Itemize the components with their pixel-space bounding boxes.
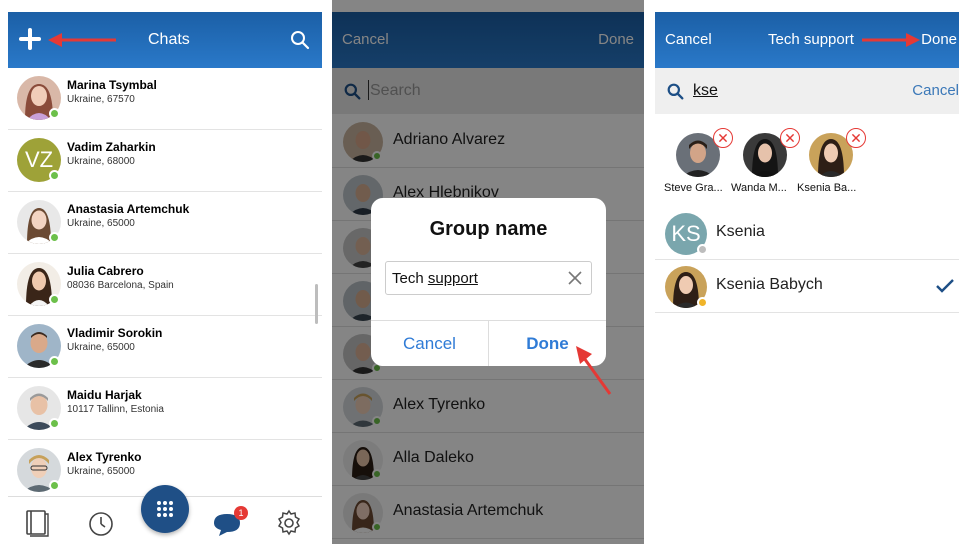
online-status-dot [49,418,60,429]
remove-member-icon[interactable] [713,128,733,148]
dialog-actions: Cancel Done [371,320,606,366]
online-status-dot [49,294,60,305]
group-title: Tech support [768,31,854,48]
online-status-dot [49,480,60,491]
new-chat-plus-icon[interactable] [17,26,43,52]
list-item[interactable]: KS Ksenia [655,208,959,260]
tutorial-composite: Chats Marina Tsymbal Ukraine, 67570 VZ V… [0,0,959,544]
contact-name: Anastasia Artemchuk [67,202,190,216]
contact-location: Ukraine, 68000 [67,156,135,167]
page-title: Chats [148,31,190,48]
chip-label: Steve Gra... [664,182,723,194]
away-status-dot [697,297,708,308]
remove-member-icon[interactable] [846,128,866,148]
contact-name: Julia Cabrero [67,264,144,278]
search-input[interactable]: kse [693,82,718,100]
dialog-title: Group name [429,218,548,240]
contact-location: Ukraine, 67570 [67,94,135,105]
contact-row[interactable]: VZ Vadim Zaharkin Ukraine, 68000 [8,130,322,192]
dialpad-icon [157,501,173,517]
contact-name: Marina Tsymbal [67,78,157,92]
contact-location: 10117 Tallinn, Estonia [67,404,164,415]
search-bar: kse Cancel [655,68,959,114]
group-members-screen: Cancel Tech support Done kse Cancel Stev… [655,0,959,544]
pointer-arrow-icon [576,346,612,395]
online-status-dot [49,232,60,243]
contact-name: Ksenia [716,223,765,240]
clear-input-icon[interactable] [567,270,583,286]
contact-name: Vadim Zaharkin [67,140,156,154]
contact-name: Alex Tyrenko [67,450,142,464]
contact-row[interactable]: Marina Tsymbal Ukraine, 67570 [8,68,322,130]
list-item[interactable]: Ksenia Babych [655,261,959,313]
search-cancel-button[interactable]: Cancel [912,82,959,99]
chip-label: Wanda M... [731,182,787,194]
remove-member-icon[interactable] [780,128,800,148]
checkmark-icon [936,279,954,293]
pointer-arrow-icon [48,33,116,47]
contact-location: Ukraine, 65000 [67,342,135,353]
search-icon[interactable] [290,30,310,50]
online-status-dot [49,170,60,181]
group-name-dialog: Group name Tech support Cancel Done [371,198,606,366]
header-done-button[interactable]: Done [921,12,957,68]
contact-row[interactable]: Anastasia Artemchuk Ukraine, 65000 [8,192,322,254]
pointer-arrow-icon [862,33,920,47]
chats-screen: Chats Marina Tsymbal Ukraine, 67570 VZ V… [8,0,322,544]
history-clock-icon[interactable] [88,509,114,537]
online-status-dot [49,108,60,119]
settings-gear-icon[interactable] [276,509,302,537]
group-name-value: Tech support [392,270,478,287]
contact-location: Ukraine, 65000 [67,218,135,229]
scrollbar[interactable] [315,284,318,324]
unread-badge: 1 [234,506,248,520]
dialog-cancel-button[interactable]: Cancel [371,321,488,366]
offline-status-dot [697,244,708,255]
new-group-screen: Cancel Done Search Adriano Alvarez Alex … [332,0,644,544]
contact-name: Ksenia Babych [716,276,823,293]
search-icon [667,83,684,100]
contact-location: 08036 Barcelona, Spain [67,280,174,291]
header-cancel-button[interactable]: Cancel [665,12,712,68]
group-name-input[interactable]: Tech support [385,261,592,295]
contact-row[interactable]: Maidu Harjak 10117 Tallinn, Estonia [8,378,322,440]
chip-label: Ksenia Ba... [797,182,857,194]
contact-row[interactable]: Vladimir Sorokin Ukraine, 65000 [8,316,322,378]
contact-name: Maidu Harjak [67,388,142,402]
contact-list: Marina Tsymbal Ukraine, 67570 VZ Vadim Z… [8,68,322,502]
contact-name: Vladimir Sorokin [67,326,163,340]
dialpad-button[interactable] [141,485,189,533]
contact-row[interactable]: Julia Cabrero 08036 Barcelona, Spain [8,254,322,316]
online-status-dot [49,356,60,367]
contact-location: Ukraine, 65000 [67,466,135,477]
contacts-book-icon[interactable] [24,509,50,537]
